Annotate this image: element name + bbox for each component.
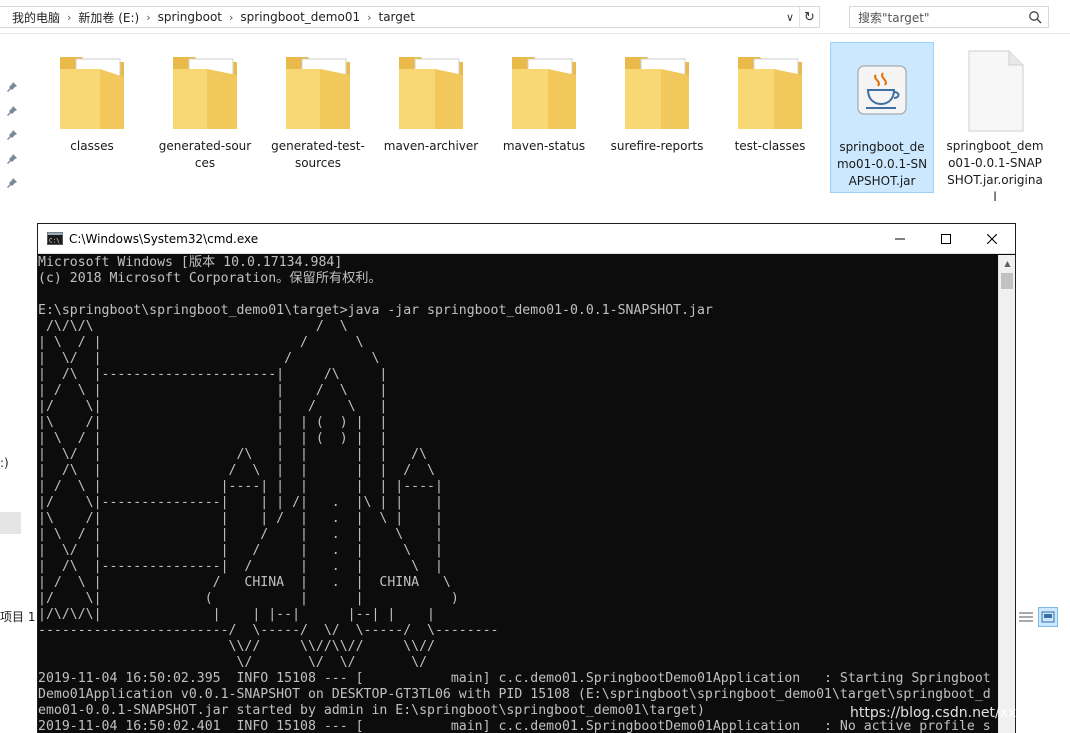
file-list: M↓ classes generated-sources — [22, 34, 1070, 224]
pin-icon[interactable] — [6, 129, 18, 141]
maximize-button[interactable] — [923, 224, 969, 254]
close-button[interactable] — [969, 224, 1015, 254]
minimize-button[interactable] — [877, 224, 923, 254]
file-name: generated-test-sources — [271, 139, 365, 170]
file-name: generated-sources — [158, 139, 252, 170]
watermark-text: https://blog.csdn.net/xxyuanyo — [850, 705, 1068, 721]
folder-item-maven-status[interactable]: maven-status — [492, 42, 596, 157]
breadcrumb-this-pc[interactable]: 我的电脑 — [0, 9, 64, 26]
console-output: Microsoft Windows [版本 10.0.17134.984] (c… — [38, 255, 991, 733]
navigation-pane: :) — [0, 34, 22, 733]
chevron-right-icon[interactable]: › — [143, 11, 153, 24]
breadcrumb-target[interactable]: target — [375, 10, 420, 24]
cmd-app-icon: C:\ — [47, 232, 63, 245]
java-jar-icon — [842, 43, 922, 139]
status-item-count: 项目 1 — [0, 610, 36, 624]
folder-item-test-classes[interactable]: test-classes — [718, 42, 822, 157]
search-placeholder: 搜索"target" — [858, 10, 930, 25]
file-name: maven-archiver — [383, 139, 479, 153]
address-bar-row: 我的电脑 › 新加卷 (E:) › springboot › springboo… — [0, 0, 1070, 34]
folder-icon — [730, 42, 810, 138]
chevron-right-icon[interactable]: › — [64, 11, 74, 24]
folder-item-classes[interactable]: M↓ classes — [40, 42, 144, 157]
folder-icon — [278, 42, 358, 138]
file-item-jar-original[interactable]: springboot_demo01-0.0.1-SNAPSHOT.jar.ori… — [943, 42, 1047, 208]
pin-icon[interactable] — [6, 81, 18, 93]
pin-icon[interactable] — [6, 177, 18, 189]
details-view-icon[interactable] — [1016, 607, 1036, 627]
folder-icon — [391, 42, 471, 138]
search-input[interactable]: 搜索"target" — [849, 6, 1049, 28]
scroll-up-arrow-icon[interactable]: ▲ — [999, 255, 1016, 272]
pin-icon[interactable] — [6, 153, 18, 165]
refresh-icon[interactable]: ↻ — [799, 7, 819, 27]
nav-item-fragment[interactable]: :) — [0, 456, 9, 470]
folder-item-generated-test-sources[interactable]: generated-test-sources — [266, 42, 370, 174]
chevron-right-icon[interactable]: › — [226, 11, 236, 24]
scroll-thumb[interactable] — [1001, 273, 1013, 289]
folder-item-generated-sources[interactable]: generated-sources — [153, 42, 257, 174]
search-icon[interactable] — [1028, 10, 1042, 24]
file-name: springboot_demo01-0.0.1-SNAPSHOT.jar — [836, 140, 928, 188]
file-name: classes — [70, 139, 114, 153]
folder-icon: M↓ — [617, 42, 697, 138]
folder-icon — [165, 42, 245, 138]
folder-icon: M↓ — [52, 42, 132, 138]
file-item-jar-selected[interactable]: springboot_demo01-0.0.1-SNAPSHOT.jar — [830, 42, 934, 193]
svg-text:C:\: C:\ — [49, 238, 60, 245]
chevron-right-icon[interactable]: › — [364, 11, 374, 24]
console-output-area[interactable]: Microsoft Windows [版本 10.0.17134.984] (c… — [38, 255, 998, 733]
vertical-scrollbar[interactable]: ▲ — [998, 255, 1015, 733]
folder-icon — [504, 42, 584, 138]
cmd-window[interactable]: C:\ C:\Windows\System32\cmd.exe Microsof… — [37, 223, 1016, 733]
address-bar[interactable]: 我的电脑 › 新加卷 (E:) › springboot › springboo… — [0, 6, 820, 28]
blank-file-icon — [955, 42, 1035, 138]
nav-item-selected[interactable] — [0, 512, 21, 534]
cmd-title-bar[interactable]: C:\ C:\Windows\System32\cmd.exe — [38, 224, 1015, 254]
breadcrumb-drive[interactable]: 新加卷 (E:) — [74, 9, 143, 26]
breadcrumb-springboot[interactable]: springboot — [154, 10, 226, 24]
chevron-down-icon[interactable]: ∨ — [783, 7, 797, 27]
close-icon — [987, 234, 997, 244]
file-name: surefire-reports — [610, 139, 704, 153]
folder-item-maven-archiver[interactable]: maven-archiver — [379, 42, 483, 157]
pin-icon[interactable] — [6, 105, 18, 117]
file-name: maven-status — [502, 139, 586, 153]
folder-item-surefire-reports[interactable]: M↓ surefire-reports — [605, 42, 709, 157]
cmd-window-title: C:\Windows\System32\cmd.exe — [69, 231, 259, 246]
breadcrumb-springboot-demo01[interactable]: springboot_demo01 — [236, 10, 364, 24]
large-icons-view-icon[interactable] — [1038, 607, 1058, 627]
file-name: springboot_demo01-0.0.1-SNAPSHOT.jar.ori… — [946, 139, 1044, 204]
file-name: test-classes — [734, 139, 806, 153]
